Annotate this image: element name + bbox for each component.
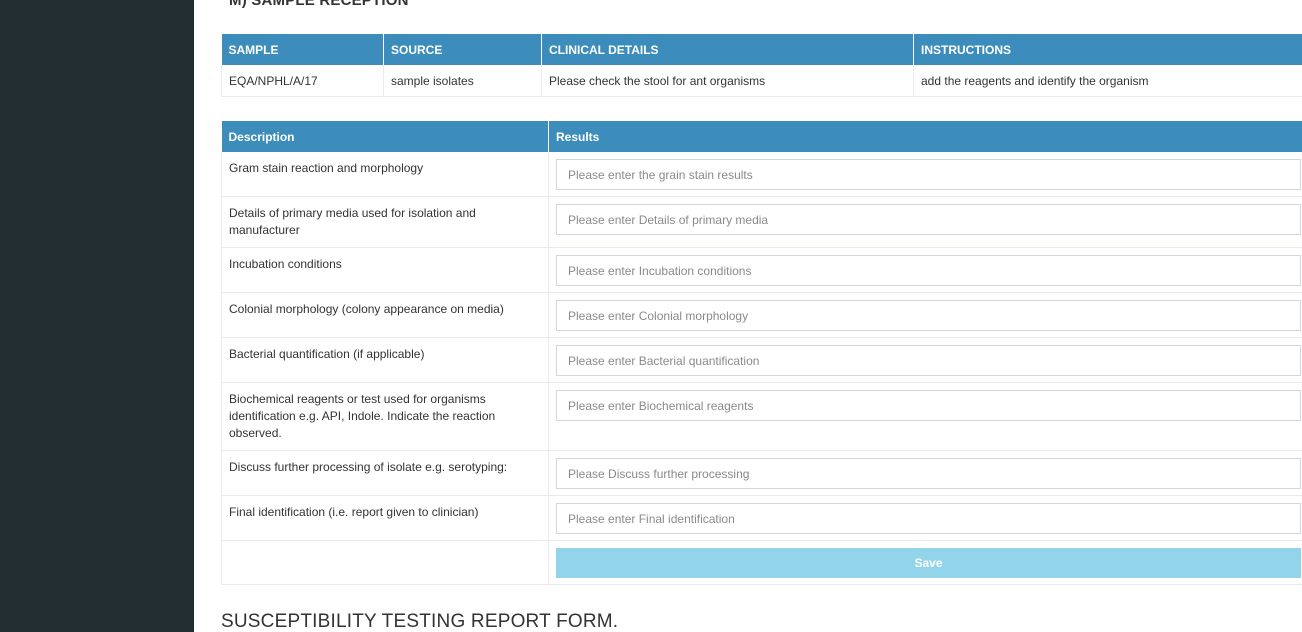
table-row: Bacterial quantification (if applicable) (221, 337, 1302, 383)
header-description: Description (221, 121, 549, 152)
description-bacterial-quantification: Bacterial quantification (if applicable) (221, 337, 549, 383)
section-title: M) SAMPLE RECEPTION (229, 0, 409, 9)
header-sample: SAMPLE (221, 34, 384, 65)
sample-table: SAMPLE SOURCE CLINICAL DETAILS INSTRUCTI… (221, 34, 1302, 97)
final-identification-input[interactable] (556, 503, 1301, 534)
cell-sample: EQA/NPHL/A/17 (221, 65, 384, 97)
results-table-header: Description Results (221, 121, 1302, 152)
table-row: Incubation conditions (221, 247, 1302, 293)
bacterial-quantification-input[interactable] (556, 345, 1301, 376)
table-row: Discuss further processing of isolate e.… (221, 450, 1302, 496)
description-primary-media: Details of primary media used for isolat… (221, 196, 549, 248)
description-colonial-morphology: Colonial morphology (colony appearance o… (221, 292, 549, 338)
table-row: Details of primary media used for isolat… (221, 196, 1302, 248)
sample-table-header: SAMPLE SOURCE CLINICAL DETAILS INSTRUCTI… (221, 34, 1302, 65)
description-gram-stain: Gram stain reaction and morphology (221, 152, 549, 197)
incubation-input[interactable] (556, 255, 1301, 286)
header-source: SOURCE (383, 34, 542, 65)
header-clinical-details: CLINICAL DETAILS (541, 34, 914, 65)
table-row: Gram stain reaction and morphology (221, 152, 1302, 197)
empty-cell (221, 540, 549, 585)
table-row: EQA/NPHL/A/17 sample isolates Please che… (221, 65, 1302, 97)
table-row: Final identification (i.e. report given … (221, 495, 1302, 541)
susceptibility-form-title: SUSCEPTIBILITY TESTING REPORT FORM. (221, 611, 619, 632)
biochemical-reagents-input[interactable] (556, 390, 1301, 421)
save-button[interactable]: Save (556, 548, 1301, 578)
table-row: Biochemical reagents or test used for or… (221, 382, 1302, 451)
further-processing-input[interactable] (556, 458, 1301, 489)
table-row: Save (221, 540, 1302, 585)
header-instructions: INSTRUCTIONS (913, 34, 1302, 65)
description-biochemical-reagents: Biochemical reagents or test used for or… (221, 382, 549, 451)
description-final-identification: Final identification (i.e. report given … (221, 495, 549, 541)
description-further-processing: Discuss further processing of isolate e.… (221, 450, 549, 496)
colonial-morphology-input[interactable] (556, 300, 1301, 331)
cell-clinical-details: Please check the stool for ant organisms (541, 65, 914, 97)
results-table: Description Results Gram stain reaction … (221, 121, 1302, 585)
cell-instructions: add the reagents and identify the organi… (913, 65, 1302, 97)
table-row: Colonial morphology (colony appearance o… (221, 292, 1302, 338)
header-results: Results (548, 121, 1302, 152)
cell-source: sample isolates (383, 65, 542, 97)
description-incubation: Incubation conditions (221, 247, 549, 293)
gram-stain-input[interactable] (556, 159, 1301, 190)
main-content: M) SAMPLE RECEPTION SAMPLE SOURCE CLINIC… (194, 0, 1302, 632)
sidebar (0, 0, 194, 632)
primary-media-input[interactable] (556, 204, 1301, 235)
